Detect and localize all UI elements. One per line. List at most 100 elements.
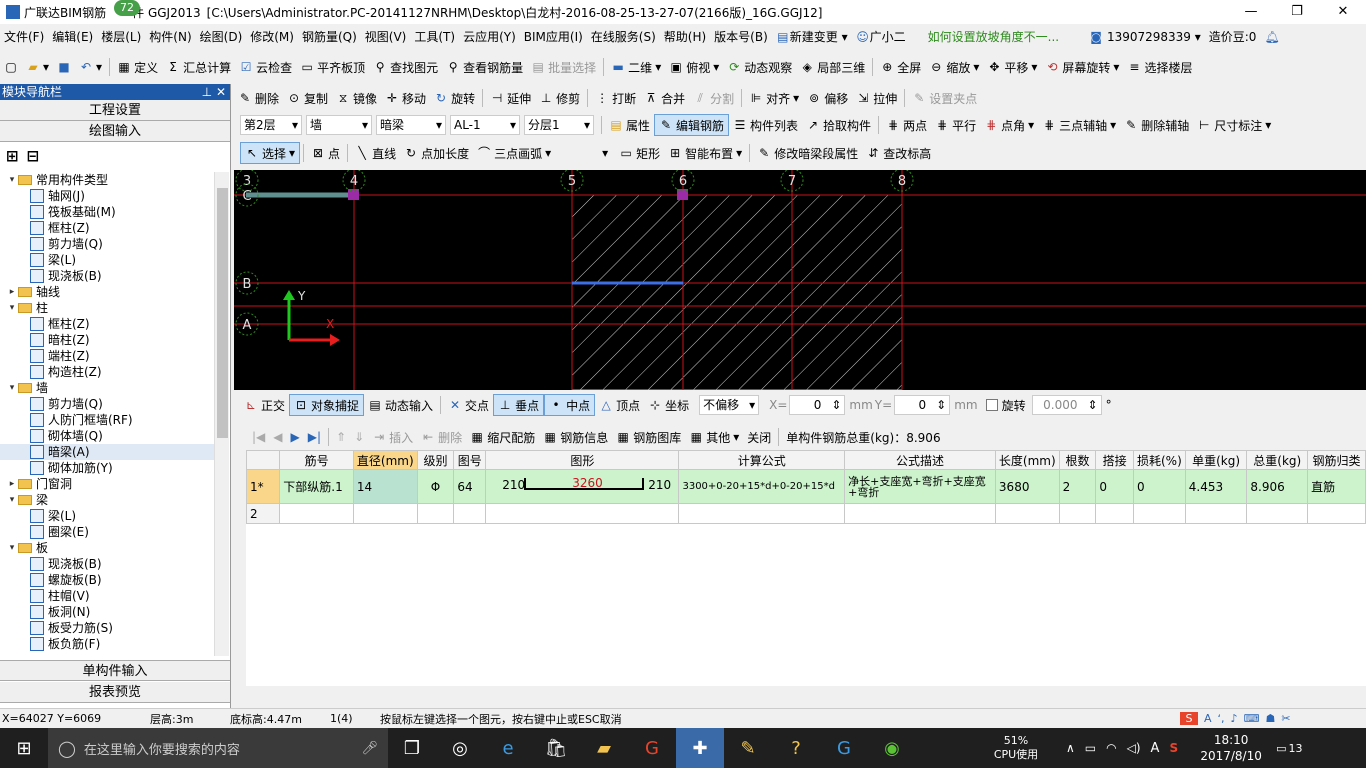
shape-cell[interactable] xyxy=(485,503,680,524)
menu-floor[interactable]: 楼层(L) xyxy=(97,26,145,48)
menu-file[interactable]: 文件(F) xyxy=(0,26,48,48)
grid-hscrollbar[interactable] xyxy=(246,686,1366,688)
tree-item[interactable]: 构造柱(Z) xyxy=(0,364,215,380)
two-points-button[interactable]: ⋕ 两点 xyxy=(882,114,931,136)
properties-button[interactable]: ▤ 属性 xyxy=(605,114,654,136)
tree-folder[interactable]: ▾ 梁 xyxy=(0,492,215,508)
set-grip-button[interactable]: ✎ 设置夹点 xyxy=(908,87,981,109)
length-cell[interactable] xyxy=(994,503,1060,524)
col-header-category[interactable]: 钢筋归类 xyxy=(1307,450,1366,470)
dimension-dropdown[interactable]: ⊢ 尺寸标注 ▾ xyxy=(1193,114,1275,136)
punctuation-icon[interactable]: ʻ, xyxy=(1218,712,1225,725)
midpoint-button[interactable]: • 中点 xyxy=(544,394,596,416)
col-header-bar-no[interactable]: 筋号 xyxy=(279,450,354,470)
define-button[interactable]: ▦ 定义 xyxy=(113,56,162,78)
align-dropdown[interactable]: ⊫ 对齐 ▾ xyxy=(745,87,803,109)
chevron-down-icon[interactable]: ▾ xyxy=(6,300,18,316)
nav-next-button[interactable]: ▶ xyxy=(287,426,304,448)
tree-folder[interactable]: ▸ 门窗洞 xyxy=(0,476,215,492)
fullscreen-button[interactable]: ⊕ 全屏 xyxy=(876,56,925,78)
view-2d-dropdown[interactable]: ▬ 二维 ▾ xyxy=(607,56,665,78)
tree-item[interactable]: 暗柱(Z) xyxy=(0,332,215,348)
chevron-down-icon[interactable]: ▾ xyxy=(6,540,18,556)
pan-dropdown[interactable]: ✥ 平移 ▾ xyxy=(983,56,1041,78)
figure-no-cell[interactable] xyxy=(453,503,487,524)
lap-cell[interactable]: 0 xyxy=(1095,469,1134,504)
tree-item[interactable]: 梁(L) xyxy=(0,252,215,268)
other-dropdown[interactable]: ▦ 其他 ▾ xyxy=(685,426,743,448)
move-down-button[interactable]: ⇓ xyxy=(350,426,368,448)
x-offset-input[interactable]: 0 ⇕ xyxy=(789,395,846,415)
drawing-canvas[interactable]: 3 4 5 6 7 8 C B A Y X xyxy=(234,170,1366,390)
project-settings-button[interactable]: 工程设置 xyxy=(0,100,230,121)
sogou-tray-icon[interactable]: S xyxy=(1169,741,1178,755)
tree-item[interactable]: 剪力墙(Q) xyxy=(0,396,215,412)
bar-no-cell[interactable]: 下部纵筋.1 xyxy=(279,469,354,504)
tray-chevron-icon[interactable]: ∧ xyxy=(1066,741,1075,755)
tree-item[interactable]: 砌体墙(Q) xyxy=(0,428,215,444)
tree-scrollbar-thumb[interactable] xyxy=(217,188,228,438)
mirror-button[interactable]: ⧖ 镜像 xyxy=(332,87,381,109)
formula-cell[interactable] xyxy=(678,503,846,524)
tree-item[interactable]: 圈梁(E) xyxy=(0,524,215,540)
ggj-app-icon[interactable]: ✚ xyxy=(676,728,724,768)
tree-item[interactable]: 剪力墙(Q) xyxy=(0,236,215,252)
three-point-arc-dropdown[interactable]: ⌒ 三点画弧 ▾ xyxy=(473,142,555,164)
menu-component[interactable]: 构件(N) xyxy=(145,26,195,48)
zoom-dropdown[interactable]: ⊖ 缩放 ▾ xyxy=(925,56,983,78)
point-button[interactable]: ⊠ 点 xyxy=(307,142,344,164)
tree-item[interactable]: 筏板基础(M) xyxy=(0,204,215,220)
screen-rotate-dropdown[interactable]: ⟲ 屏幕旋转 ▾ xyxy=(1041,56,1123,78)
line-button[interactable]: ╲ 直线 xyxy=(351,142,400,164)
break-button[interactable]: ⋮ 打断 xyxy=(591,87,640,109)
tree-item[interactable]: 端柱(Z) xyxy=(0,348,215,364)
rebar-library-button[interactable]: ▦ 钢筋图库 xyxy=(612,426,685,448)
menu-assistant[interactable]: ☺广小二 xyxy=(852,26,910,48)
count-cell[interactable] xyxy=(1058,503,1097,524)
layer-select[interactable]: 分层1 ▾ xyxy=(524,115,594,135)
close-button[interactable]: ✕ xyxy=(1320,0,1366,24)
rebar-info-button[interactable]: ▦ 钢筋信息 xyxy=(539,426,612,448)
tree-folder[interactable]: ▾ 墙 xyxy=(0,380,215,396)
tree-item[interactable]: 框柱(Z) xyxy=(0,316,215,332)
diameter-cell[interactable]: 14 xyxy=(352,469,418,504)
local-3d-button[interactable]: ◈ 局部三维 xyxy=(796,56,869,78)
single-component-input-button[interactable]: 单构件输入 xyxy=(0,660,230,681)
col-header-diameter[interactable]: 直径(mm) xyxy=(352,450,418,470)
count-cell[interactable]: 2 xyxy=(1058,469,1097,504)
col-header-grade[interactable]: 级别 xyxy=(416,450,455,470)
offset-select[interactable]: 不偏移 ▾ xyxy=(699,395,760,415)
delete-axis-button[interactable]: ✎ 删除辅轴 xyxy=(1120,114,1193,136)
component-name-select[interactable]: AL-1 ▾ xyxy=(450,115,520,135)
formula-desc-cell[interactable]: 净长+支座宽+弯折+支座宽+弯折 xyxy=(844,469,996,504)
pick-component-button[interactable]: ↗ 拾取构件 xyxy=(802,114,875,136)
tree-scrollbar[interactable] xyxy=(214,172,229,656)
nav-first-button[interactable]: |◀ xyxy=(248,426,269,448)
diameter-cell[interactable] xyxy=(352,503,418,524)
three-point-axis-dropdown[interactable]: ⋕ 三点辅轴 ▾ xyxy=(1038,114,1120,136)
collapse-all-icon[interactable]: ⊟ xyxy=(27,147,40,165)
unit-weight-cell[interactable]: 4.453 xyxy=(1184,469,1248,504)
grade-cell[interactable] xyxy=(416,503,455,524)
report-preview-button[interactable]: 报表预览 xyxy=(0,682,230,703)
col-header-figure-no[interactable]: 图号 xyxy=(453,450,487,470)
bar-no-cell[interactable] xyxy=(279,503,354,524)
vertex-button[interactable]: △ 顶点 xyxy=(595,394,644,416)
nav-last-button[interactable]: ▶| xyxy=(304,426,325,448)
extend-button[interactable]: ⊣ 延伸 xyxy=(486,87,535,109)
chevron-right-icon[interactable]: ▸ xyxy=(6,284,18,300)
glodon-g-icon[interactable]: G xyxy=(820,728,868,768)
menu-view[interactable]: 视图(V) xyxy=(361,26,411,48)
category-cell[interactable] xyxy=(1307,503,1366,524)
shape-cell[interactable]: 210 3260 210 xyxy=(485,469,680,504)
new-file-button[interactable]: ▢ xyxy=(0,56,22,78)
user-phone[interactable]: ◙ 13907298339 ▾ xyxy=(1085,26,1205,48)
wifi-icon[interactable]: ◠ xyxy=(1106,741,1116,755)
select-floor-button[interactable]: ≡ 选择楼层 xyxy=(1123,56,1196,78)
360-icon[interactable]: ◉ xyxy=(868,728,916,768)
glodon-icon[interactable]: G xyxy=(628,728,676,768)
move-button[interactable]: ✛ 移动 xyxy=(381,87,430,109)
tree-item[interactable]: 板受力筋(S) xyxy=(0,620,215,636)
table-row[interactable]: 1* 下部纵筋.1 14 Φ 64 210 3260 210 3300+0-20… xyxy=(246,469,1366,504)
dynamic-orbit-button[interactable]: ⟳ 动态观察 xyxy=(723,56,796,78)
